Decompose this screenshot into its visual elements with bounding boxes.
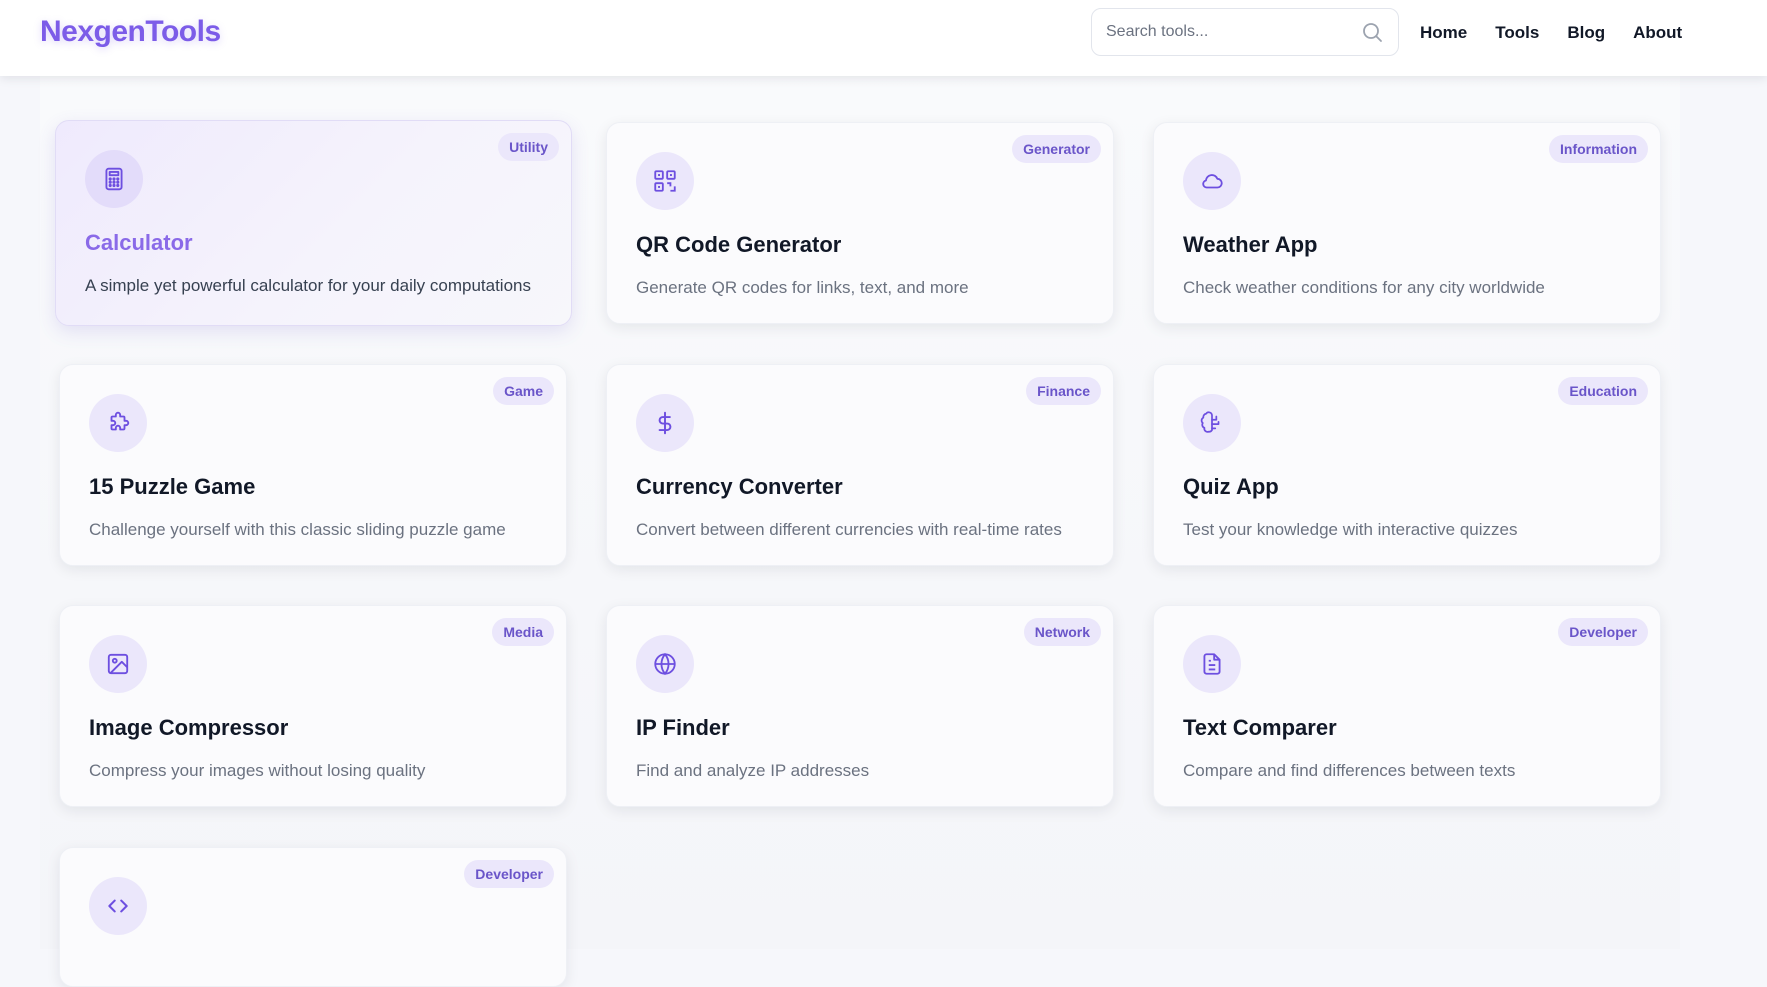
tool-card-weather-app[interactable]: Information Weather App Check weather co…	[1153, 122, 1661, 324]
category-badge: Developer	[464, 860, 554, 888]
dollar-icon	[636, 394, 694, 452]
category-badge: Game	[493, 377, 554, 405]
nav-about[interactable]: About	[1633, 23, 1682, 43]
tool-card-developer-code[interactable]: Developer	[59, 847, 567, 987]
tool-title: Text Comparer	[1183, 715, 1337, 740]
search-input[interactable]	[1106, 23, 1360, 41]
tool-description: Challenge yourself with this classic sli…	[89, 520, 506, 539]
tool-description: Compare and find differences between tex…	[1183, 761, 1516, 780]
tool-card-text-comparer[interactable]: Developer Text Comparer Compare and find…	[1153, 605, 1661, 807]
puzzle-icon	[89, 394, 147, 452]
tool-card-ip-finder[interactable]: Network IP Finder Find and analyze IP ad…	[606, 605, 1114, 807]
category-badge: Media	[492, 618, 554, 646]
tool-title: QR Code Generator	[636, 232, 842, 257]
tool-title: Quiz App	[1183, 474, 1279, 499]
tool-title: Weather App	[1183, 232, 1318, 257]
image-icon	[89, 635, 147, 693]
tool-card-image-compressor[interactable]: Media Image Compressor Compress your ima…	[59, 605, 567, 807]
cloud-icon	[1183, 152, 1241, 210]
tool-title: IP Finder	[636, 715, 730, 740]
top-navigation-bar: NexgenTools Home Tools Blog About	[0, 0, 1767, 76]
tool-title: Calculator	[85, 230, 193, 255]
tool-card-quiz-app[interactable]: Education Quiz App Test your knowledge w…	[1153, 364, 1661, 566]
brain-icon	[1183, 394, 1241, 452]
tool-card-calculator[interactable]: Utility Calculator A simple yet powerful…	[55, 120, 572, 326]
category-badge: Network	[1023, 618, 1101, 646]
main-nav: Home Tools Blog About	[1420, 18, 1682, 48]
tool-description: Find and analyze IP addresses	[636, 761, 870, 780]
tool-title: Currency Converter	[636, 474, 843, 499]
code-icon	[89, 877, 147, 935]
tool-card-currency-converter[interactable]: Finance Currency Converter Convert betwe…	[606, 364, 1114, 566]
search-box[interactable]	[1091, 8, 1399, 56]
tool-card-qr-code-generator[interactable]: Generator QR Code Generator Generate QR …	[606, 122, 1114, 324]
tool-card-15-puzzle-game[interactable]: Game 15 Puzzle Game Challenge yourself w…	[59, 364, 567, 566]
search-icon[interactable]	[1360, 20, 1384, 44]
globe-icon	[636, 635, 694, 693]
category-badge: Education	[1558, 377, 1648, 405]
tool-description: Compress your images without losing qual…	[89, 761, 426, 780]
category-badge: Information	[1549, 135, 1648, 163]
tool-description: Check weather conditions for any city wo…	[1183, 278, 1545, 297]
tool-description: Convert between different currencies wit…	[636, 520, 1062, 539]
category-badge: Finance	[1026, 377, 1101, 405]
tool-description: Test your knowledge with interactive qui…	[1183, 520, 1518, 539]
tool-description: Generate QR codes for links, text, and m…	[636, 278, 969, 297]
nav-blog[interactable]: Blog	[1567, 23, 1605, 43]
nav-tools[interactable]: Tools	[1495, 23, 1539, 43]
document-icon	[1183, 635, 1241, 693]
category-badge: Generator	[1012, 135, 1101, 163]
site-logo[interactable]: NexgenTools	[40, 15, 221, 49]
tool-title: Image Compressor	[89, 715, 289, 740]
tool-description: A simple yet powerful calculator for you…	[85, 276, 531, 295]
qr-code-icon	[636, 152, 694, 210]
nav-home[interactable]: Home	[1420, 23, 1467, 43]
calculator-icon	[85, 150, 143, 208]
category-badge: Developer	[1558, 618, 1648, 646]
category-badge: Utility	[498, 133, 559, 161]
tool-title: 15 Puzzle Game	[89, 474, 256, 499]
